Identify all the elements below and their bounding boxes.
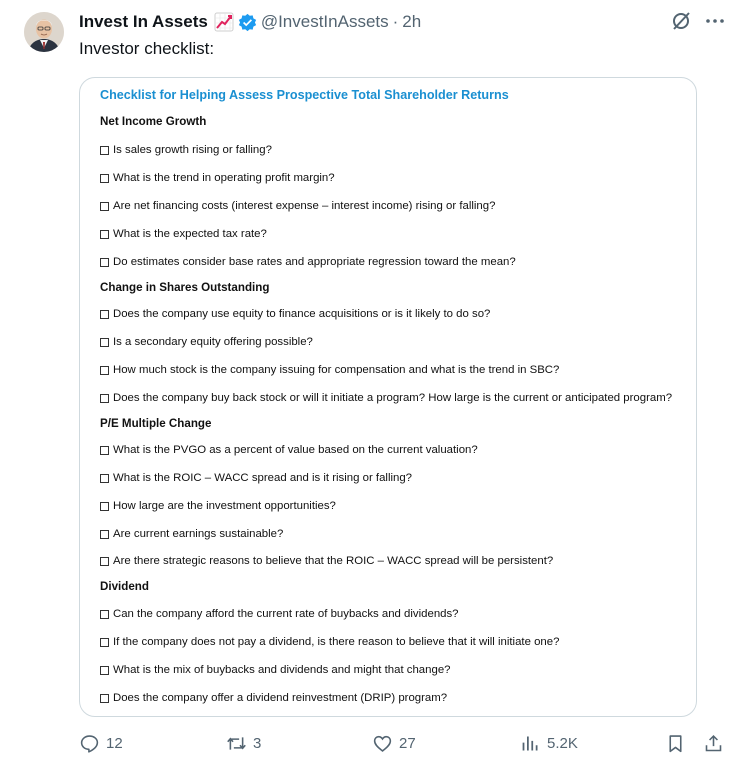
checklist-item-text: How much stock is the company issuing fo… — [113, 364, 560, 376]
checklist-item: What is the expected tax rate? — [100, 228, 267, 240]
checklist-item-text: What is the mix of buybacks and dividend… — [113, 664, 451, 676]
checklist-item: What is the ROIC – WACC spread and is it… — [100, 472, 412, 484]
checkbox-icon — [100, 393, 109, 403]
checklist-item: What is the trend in operating profit ma… — [100, 172, 335, 184]
checklist-item: Are current earnings sustainable? — [100, 528, 283, 540]
checklist-item-text: What is the expected tax rate? — [113, 228, 267, 240]
checklist-item-text: If the company does not pay a dividend, … — [113, 636, 560, 648]
checklist-item: Are net financing costs (interest expens… — [100, 200, 495, 212]
checklist-item-text: Are current earnings sustainable? — [113, 528, 284, 540]
checklist-item-text: Is sales growth rising or falling? — [113, 144, 272, 156]
checkbox-icon — [100, 693, 109, 703]
verified-badge-icon — [238, 13, 257, 32]
repost-button[interactable]: 3 — [226, 733, 261, 754]
checklist-item: How much stock is the company issuing fo… — [100, 364, 559, 376]
author-handle[interactable]: @InvestInAssets — [261, 12, 389, 32]
checklist-item-text: What is the trend in operating profit ma… — [113, 172, 335, 184]
checkbox-icon — [100, 556, 109, 566]
checkbox-icon — [100, 173, 109, 183]
checklist-item: What is the mix of buybacks and dividend… — [100, 664, 451, 676]
checklist-item-text: Are there strategic reasons to believe t… — [113, 555, 554, 567]
checkbox-icon — [100, 637, 109, 647]
checkbox-icon — [100, 257, 109, 267]
checklist-item: Does the company use equity to finance a… — [100, 308, 490, 320]
checkbox-icon — [100, 501, 109, 511]
repost-icon — [227, 737, 246, 750]
section-heading: Dividend — [100, 580, 149, 593]
header-actions — [670, 10, 726, 32]
section-heading: Change in Shares Outstanding — [100, 281, 270, 294]
checkbox-icon — [100, 445, 109, 455]
document-title: Checklist for Helping Assess Prospective… — [100, 88, 509, 102]
grok-icon[interactable] — [670, 10, 692, 32]
bookmark-icon — [669, 735, 682, 753]
tweet-header: Invest In Assets @InvestInAssets · 2h — [79, 10, 726, 34]
views-count: 5.2K — [547, 735, 578, 752]
checklist-item-text: Does the company offer a dividend reinve… — [113, 692, 448, 704]
checkbox-icon — [100, 145, 109, 155]
checkbox-icon — [100, 609, 109, 619]
checkbox-icon — [100, 665, 109, 675]
checklist-item: Is a secondary equity offering possible? — [100, 336, 313, 348]
checkbox-icon — [100, 337, 109, 347]
checklist-item-text: Are net financing costs (interest expens… — [113, 200, 496, 212]
checklist-item: Does the company offer a dividend reinve… — [100, 692, 447, 704]
like-count: 27 — [399, 735, 416, 752]
checklist-item: If the company does not pay a dividend, … — [100, 636, 559, 648]
reply-icon — [80, 735, 99, 753]
share-button[interactable] — [703, 733, 724, 754]
checklist-item: Do estimates consider base rates and app… — [100, 256, 516, 268]
views-button[interactable]: 5.2K — [520, 733, 578, 754]
reply-count: 12 — [106, 735, 123, 752]
checklist-item-text: Does the company use equity to finance a… — [113, 308, 491, 320]
checklist-item-text: Does the company buy back stock or will … — [113, 392, 673, 404]
avatar-image — [24, 12, 64, 52]
tweet: Invest In Assets @InvestInAssets · 2h In… — [0, 0, 746, 772]
like-button[interactable]: 27 — [372, 733, 416, 754]
checklist-item: Is sales growth rising or falling? — [100, 144, 272, 156]
checkbox-icon — [100, 229, 109, 239]
section-heading: P/E Multiple Change — [100, 417, 212, 430]
attached-image[interactable]: Checklist for Helping Assess Prospective… — [79, 77, 697, 717]
repost-count: 3 — [253, 735, 262, 752]
checklist-item: What is the PVGO as a percent of value b… — [100, 444, 478, 456]
checkbox-icon — [100, 365, 109, 375]
separator-dot: · — [392, 12, 399, 31]
bookmark-button[interactable] — [665, 733, 686, 754]
views-icon — [522, 736, 538, 751]
reply-button[interactable]: 12 — [79, 733, 123, 754]
checklist-item-text: How large are the investment opportuniti… — [113, 500, 336, 512]
chart-increasing-icon — [214, 12, 234, 32]
more-icon[interactable] — [704, 10, 726, 32]
checklist-item-text: What is the ROIC – WACC spread and is it… — [113, 472, 413, 484]
tweet-text: Investor checklist: — [79, 39, 215, 58]
checklist-item: Are there strategic reasons to believe t… — [100, 555, 553, 567]
checklist-item: Can the company afford the current rate … — [100, 608, 459, 620]
share-icon — [705, 734, 722, 752]
section-heading: Net Income Growth — [100, 115, 207, 128]
checkbox-icon — [100, 309, 109, 319]
checklist-item-text: Do estimates consider base rates and app… — [113, 256, 516, 268]
author-name[interactable]: Invest In Assets — [79, 12, 208, 32]
checklist-item-text: Can the company afford the current rate … — [113, 608, 459, 620]
avatar[interactable] — [24, 12, 64, 52]
checkbox-icon — [100, 529, 109, 539]
checklist-item: How large are the investment opportuniti… — [100, 500, 336, 512]
checklist-item-text: What is the PVGO as a percent of value b… — [113, 444, 478, 456]
tweet-actions: 12 3 27 5.2K — [79, 733, 729, 757]
checkbox-icon — [100, 473, 109, 483]
timestamp[interactable]: 2h — [402, 12, 421, 32]
like-icon — [373, 735, 392, 752]
checkbox-icon — [100, 201, 109, 211]
checklist-item: Does the company buy back stock or will … — [100, 392, 672, 404]
checklist-item-text: Is a secondary equity offering possible? — [113, 336, 313, 348]
